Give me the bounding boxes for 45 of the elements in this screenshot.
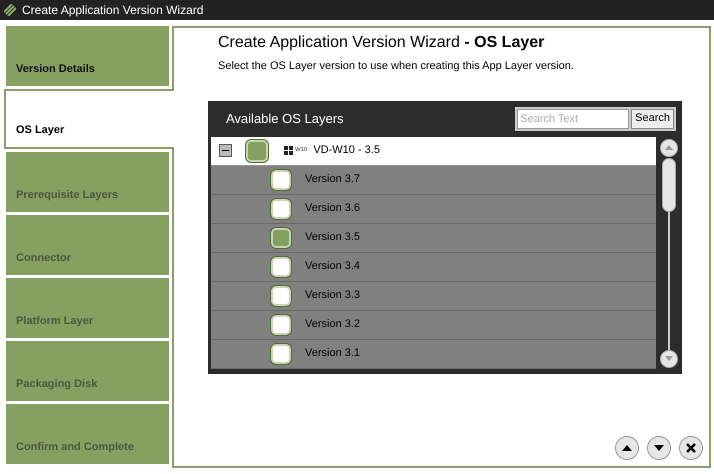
version-label: Version 3.4 <box>305 259 360 274</box>
version-label: Version 3.2 <box>305 317 360 332</box>
collapse-toggle[interactable] <box>219 144 232 157</box>
down-button[interactable] <box>647 436 671 460</box>
version-row[interactable]: Version 3.2 <box>211 310 656 340</box>
version-label: Version 3.7 <box>305 172 360 188</box>
up-arrow-icon <box>622 445 632 451</box>
logo-icon <box>4 4 16 16</box>
windows-logo-icon <box>284 146 293 155</box>
wizard-step[interactable]: Version Details <box>6 26 169 86</box>
version-row[interactable]: Version 3.3 <box>211 282 656 310</box>
version-label: Version 3.5 <box>305 230 360 246</box>
version-label: Version 3.3 <box>305 288 360 304</box>
checkbox[interactable] <box>246 140 268 162</box>
panel-title: Available OS Layers <box>226 110 344 128</box>
checkbox[interactable] <box>271 344 291 364</box>
version-label: Version 3.1 <box>305 346 360 362</box>
up-button[interactable] <box>615 436 639 460</box>
checkbox[interactable] <box>271 198 291 218</box>
wizard-step[interactable]: OS Layer <box>4 89 174 149</box>
checkbox[interactable] <box>271 256 291 276</box>
checkbox[interactable] <box>271 228 291 248</box>
tree-label: VD-W10 - 3.5 <box>313 143 380 158</box>
version-row[interactable]: Version 3.7 <box>211 166 656 194</box>
version-row[interactable]: Version 3.5 <box>211 224 656 252</box>
version-label: Version 3.6 <box>305 201 360 216</box>
version-row[interactable]: Version 3.4 <box>211 252 656 282</box>
version-row[interactable]: Version 3.1 <box>211 340 656 368</box>
checkbox[interactable] <box>271 314 291 334</box>
close-button[interactable] <box>679 436 703 460</box>
instructions: Select the OS Layer version to use when creating this App Layer version. <box>218 59 575 74</box>
page-heading: Create Application Version Wizard - OS Layer <box>218 33 546 53</box>
down-arrow-icon <box>654 445 664 451</box>
down-arrow-icon <box>665 356 673 361</box>
up-arrow-icon <box>665 145 673 150</box>
window-title: Create Application Version Wizard <box>22 2 204 19</box>
scroll-down-button[interactable] <box>660 350 678 368</box>
scroll-up-button[interactable] <box>660 138 678 156</box>
checkbox[interactable] <box>271 286 291 306</box>
scroll-thumb[interactable] <box>662 158 676 212</box>
checkbox[interactable] <box>271 170 291 190</box>
search-button[interactable]: Search <box>631 108 674 128</box>
search-field[interactable]: Search Text <box>517 108 630 128</box>
close-icon <box>686 443 696 453</box>
version-row[interactable]: Version 3.6 <box>211 194 656 224</box>
